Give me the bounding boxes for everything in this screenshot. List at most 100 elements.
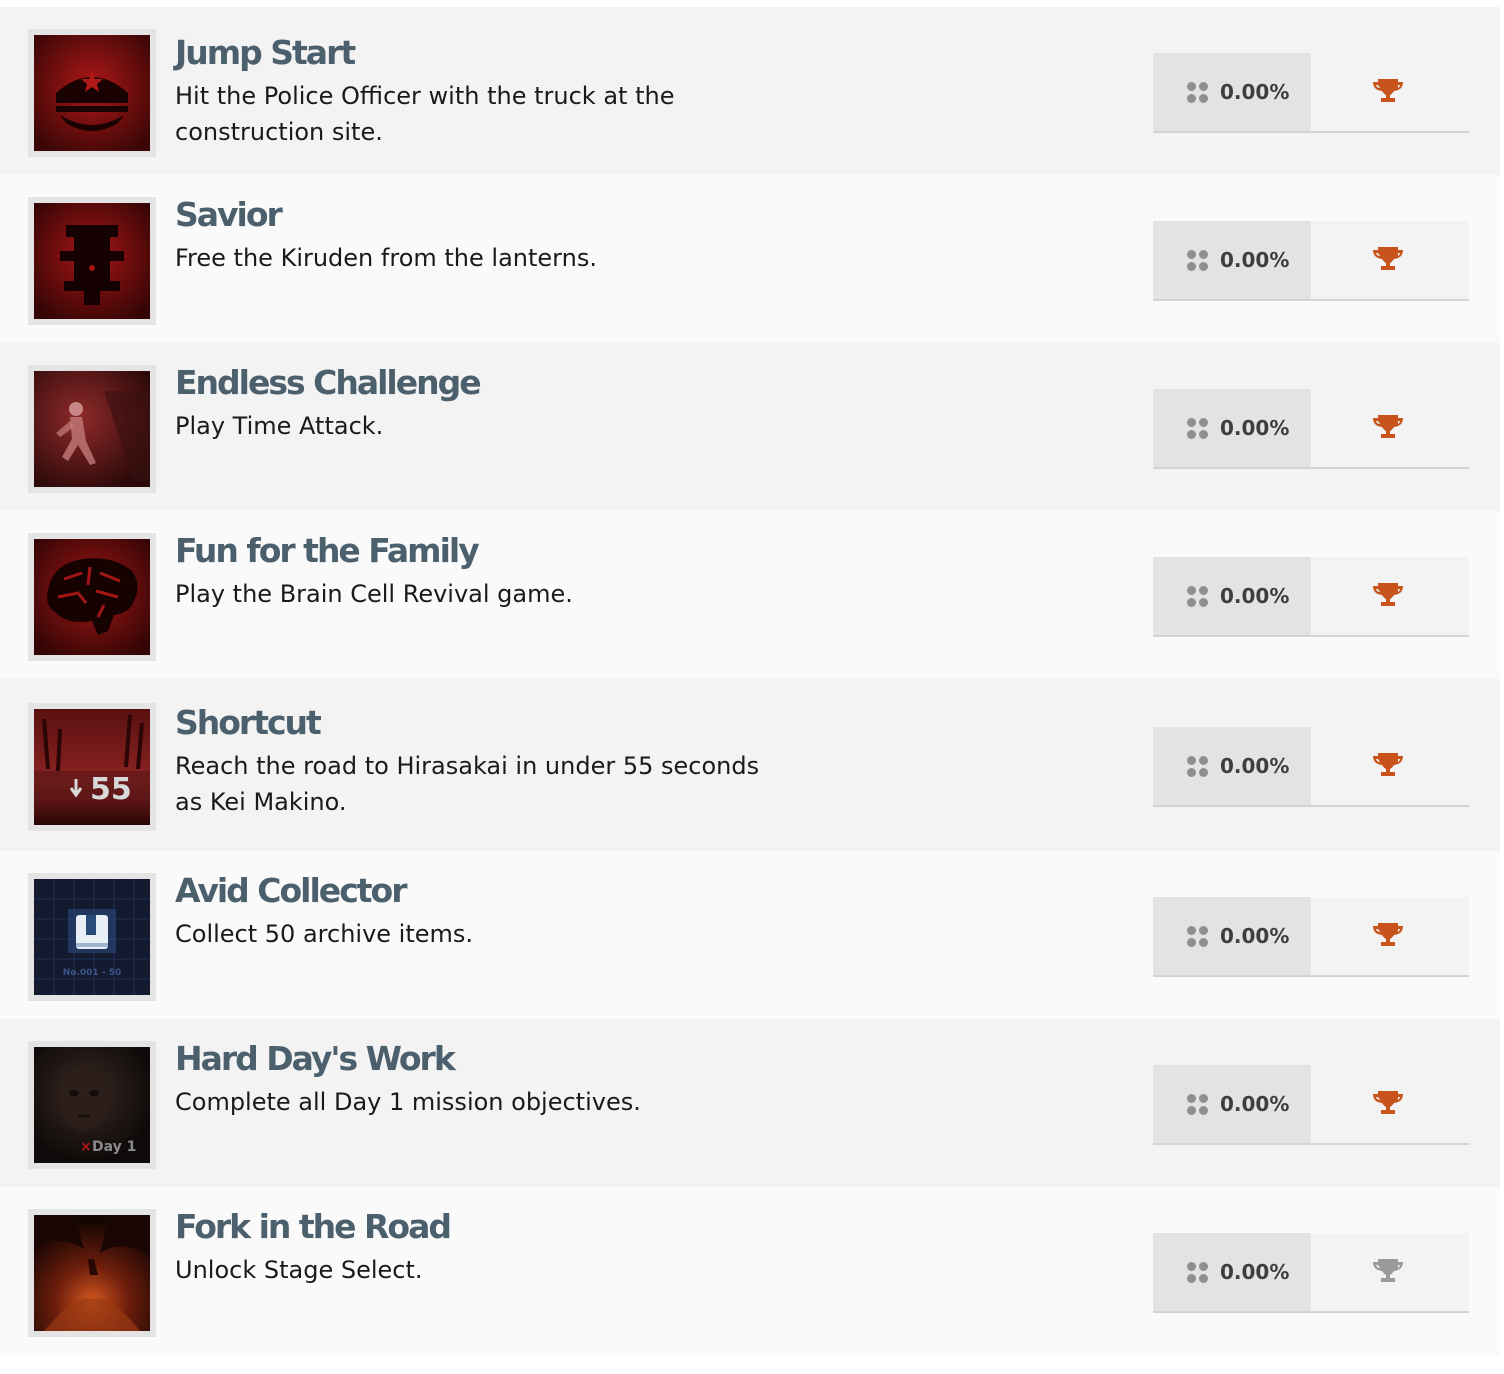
achievement-row[interactable]: × Day 1 Hard Day's Work Complete all Day… (0, 1019, 1500, 1187)
achievement-description: Complete all Day 1 mission objectives. (175, 1088, 641, 1116)
trophy-icon (1372, 77, 1404, 107)
trophy-icon (1372, 1257, 1404, 1287)
achievement-text: Avid Collector Collect 50 archive items. (175, 869, 815, 952)
achievement-text: Endless Challenge Play Time Attack. (175, 361, 815, 444)
timer-55-icon: 55 (34, 709, 150, 825)
timer-text: 55 (90, 772, 132, 807)
achievement-image (28, 365, 156, 493)
achievement-stats: 0.00% (1153, 221, 1469, 299)
achievement-description: Reach the road to Hirasakai in under 55 … (175, 752, 760, 816)
percent-value: 0.00% (1220, 1260, 1290, 1284)
achievement-image (28, 197, 156, 325)
trophy-icon (1372, 1089, 1404, 1119)
percent-value: 0.00% (1220, 416, 1290, 440)
achievement-text: Jump Start Hit the Police Officer with t… (175, 31, 815, 150)
archive-book-icon: No.001 - 50 (34, 879, 150, 995)
trophy-icon (1372, 245, 1404, 275)
achievement-description: Play the Brain Cell Revival game. (175, 580, 573, 608)
trophy-rank (1311, 897, 1469, 975)
unlock-percentage: 0.00% (1153, 1233, 1311, 1311)
unlock-percentage: 0.00% (1153, 389, 1311, 467)
players-dots-icon (1187, 755, 1208, 777)
achievement-title[interactable]: Endless Challenge (175, 361, 815, 405)
percent-value: 0.00% (1220, 924, 1290, 948)
trophy-rank (1311, 53, 1469, 131)
trophy-icon (1372, 413, 1404, 443)
achievement-row[interactable]: Jump Start Hit the Police Officer with t… (0, 7, 1500, 175)
achievement-description: Hit the Police Officer with the truck at… (175, 82, 675, 146)
police-cap-icon (34, 35, 150, 151)
achievement-stats: 0.00% (1153, 897, 1469, 975)
percent-value: 0.00% (1220, 248, 1290, 272)
face-day1-icon: × Day 1 (34, 1047, 150, 1163)
unlock-percentage: 0.00% (1153, 221, 1311, 299)
achievement-description: Unlock Stage Select. (175, 1256, 423, 1284)
day-label-text: Day 1 (92, 1139, 136, 1155)
achievement-description: Collect 50 archive items. (175, 920, 474, 948)
achievement-row[interactable]: 55 Shortcut Reach the road to Hirasakai … (0, 679, 1500, 851)
running-figure-icon (34, 371, 150, 487)
unlock-percentage: 0.00% (1153, 897, 1311, 975)
brain-icon (34, 539, 150, 655)
achievement-text: Hard Day's Work Complete all Day 1 missi… (175, 1037, 815, 1120)
achievement-text: Fork in the Road Unlock Stage Select. (175, 1205, 815, 1288)
trophy-rank (1311, 1233, 1469, 1311)
achievement-row[interactable]: Savior Free the Kiruden from the lantern… (0, 175, 1500, 343)
unlock-percentage: 0.00% (1153, 1065, 1311, 1143)
achievement-stats: 0.00% (1153, 557, 1469, 635)
achievement-row[interactable]: Fork in the Road Unlock Stage Select. 0.… (0, 1187, 1500, 1355)
achievement-title[interactable]: Jump Start (175, 31, 815, 75)
percent-value: 0.00% (1220, 1092, 1290, 1116)
achievement-image: No.001 - 50 (28, 873, 156, 1001)
percent-value: 0.00% (1220, 80, 1290, 104)
achievement-image: 55 (28, 703, 156, 831)
achievement-image (28, 533, 156, 661)
achievement-stats: 0.00% (1153, 389, 1469, 467)
svg-text:×: × (80, 1139, 92, 1155)
achievement-row[interactable]: No.001 - 50 Avid Collector Collect 50 ar… (0, 851, 1500, 1019)
achievement-image (28, 29, 156, 157)
achievement-title[interactable]: Avid Collector (175, 869, 815, 913)
achievement-list: Jump Start Hit the Police Officer with t… (0, 7, 1500, 1355)
achievement-stats: 0.00% (1153, 1065, 1469, 1143)
fire-road-icon (34, 1215, 150, 1331)
percent-value: 0.00% (1220, 754, 1290, 778)
players-dots-icon (1187, 417, 1208, 439)
achievement-title[interactable]: Fork in the Road (175, 1205, 815, 1249)
achievement-title[interactable]: Hard Day's Work (175, 1037, 815, 1081)
achievement-text: Fun for the Family Play the Brain Cell R… (175, 529, 815, 612)
shrine-icon (34, 203, 150, 319)
trophy-rank (1311, 389, 1469, 467)
players-dots-icon (1187, 1093, 1208, 1115)
players-dots-icon (1187, 1261, 1208, 1283)
unlock-percentage: 0.00% (1153, 557, 1311, 635)
achievement-image: × Day 1 (28, 1041, 156, 1169)
trophy-icon (1372, 921, 1404, 951)
achievement-row[interactable]: Endless Challenge Play Time Attack. 0.00… (0, 343, 1500, 511)
achievement-title[interactable]: Fun for the Family (175, 529, 815, 573)
achievement-text: Savior Free the Kiruden from the lantern… (175, 193, 815, 276)
archive-range-text: No.001 - 50 (63, 968, 121, 978)
achievement-text: Shortcut Reach the road to Hirasakai in … (175, 701, 815, 820)
trophy-rank (1311, 221, 1469, 299)
players-dots-icon (1187, 585, 1208, 607)
achievement-image (28, 1209, 156, 1337)
unlock-percentage: 0.00% (1153, 53, 1311, 131)
achievement-description: Free the Kiruden from the lanterns. (175, 244, 597, 272)
achievement-description: Play Time Attack. (175, 412, 384, 440)
achievement-stats: 0.00% (1153, 53, 1469, 131)
trophy-rank (1311, 557, 1469, 635)
achievement-stats: 0.00% (1153, 1233, 1469, 1311)
trophy-rank (1311, 727, 1469, 805)
players-dots-icon (1187, 925, 1208, 947)
trophy-icon (1372, 751, 1404, 781)
achievement-stats: 0.00% (1153, 727, 1469, 805)
trophy-rank (1311, 1065, 1469, 1143)
percent-value: 0.00% (1220, 584, 1290, 608)
achievement-title[interactable]: Shortcut (175, 701, 815, 745)
players-dots-icon (1187, 81, 1208, 103)
achievement-title[interactable]: Savior (175, 193, 815, 237)
unlock-percentage: 0.00% (1153, 727, 1311, 805)
achievement-row[interactable]: Fun for the Family Play the Brain Cell R… (0, 511, 1500, 679)
players-dots-icon (1187, 249, 1208, 271)
